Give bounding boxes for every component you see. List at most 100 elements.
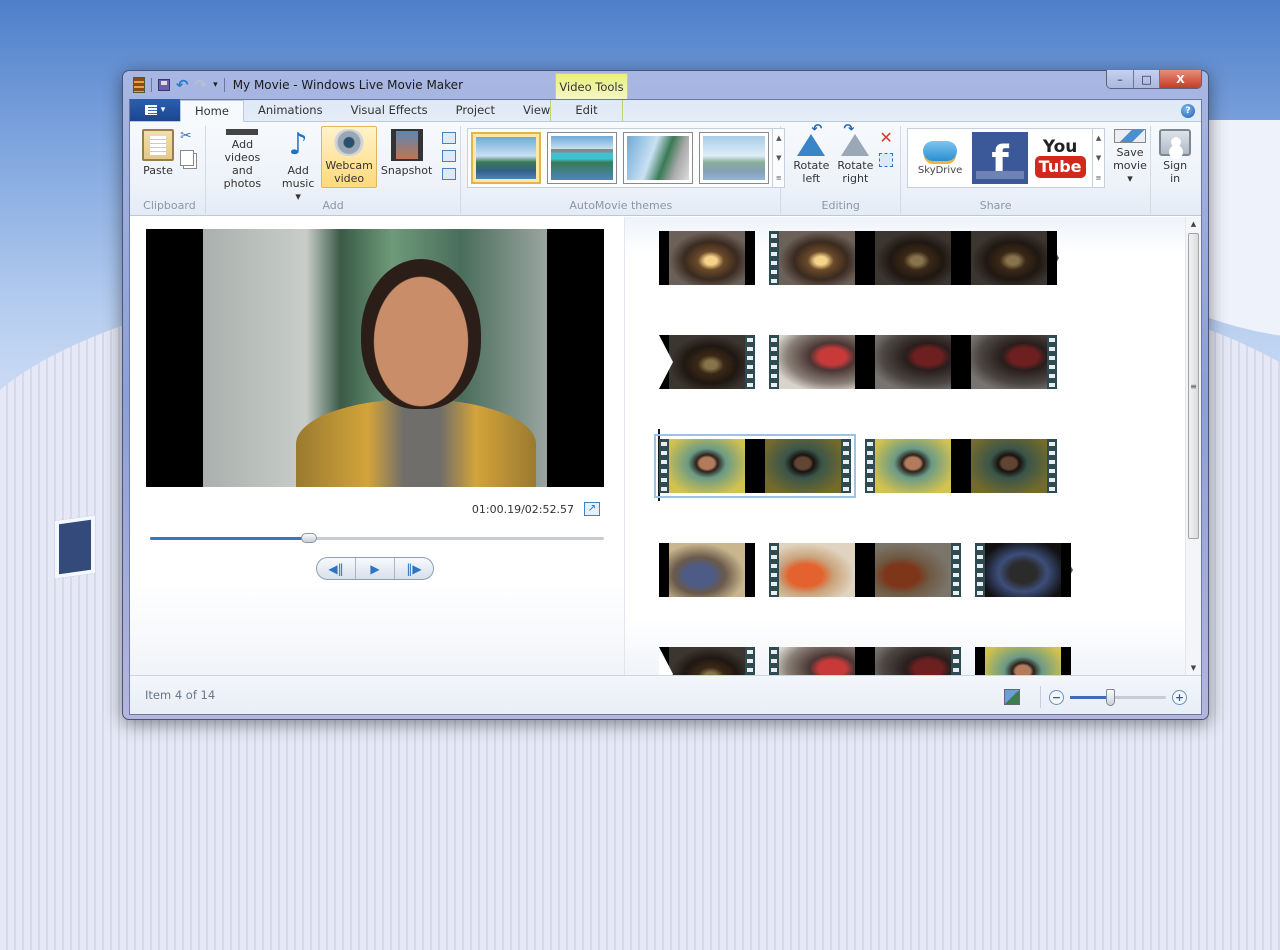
film-perforation [769,647,779,675]
clip-frame [769,647,865,675]
skydrive-label: SkyDrive [917,164,963,176]
title-icon[interactable] [442,132,457,144]
storyboard-row [659,646,1085,675]
add-videos-photos-button[interactable]: Add videos and photos [210,126,275,190]
copy-icon[interactable] [180,150,194,166]
theme-item[interactable] [699,132,770,184]
theme-item[interactable] [623,132,694,184]
snapshot-button[interactable]: Snapshot [377,126,436,188]
clip-frame [865,439,961,493]
gallery-more-icon[interactable]: ≡ [1096,174,1102,182]
storyboard-row [659,230,1073,286]
tab-home[interactable]: Home [180,100,244,122]
add-videos-label-2: and photos [223,164,262,190]
scrollbar-thumb[interactable]: ≡ [1188,233,1199,539]
clip-thumbnail [669,335,745,389]
group-editing: ↶ Rotate left ↷ Rotate right ✕ Editing [781,123,902,214]
skydrive-button[interactable]: SkyDrive [912,132,968,184]
zoom-out-button[interactable]: − [1049,689,1064,705]
clip-thumbnail [669,543,745,597]
clip-thumbnail [779,335,855,389]
remove-icon[interactable]: ✕ [879,128,893,147]
storyboard-clip[interactable] [659,647,755,675]
tab-animations[interactable]: Animations [244,100,337,121]
add-music-button[interactable]: ♪ Add music ▾ [275,126,321,204]
select-all-icon[interactable] [879,153,894,167]
clip-thumbnail [875,647,951,675]
share-gallery: SkyDrive f You Tube ▲ ▼ ≡ [907,128,1106,188]
storyboard-row [659,334,1071,390]
storyboard-clip[interactable] [659,231,755,285]
storyboard-clip[interactable] [659,543,755,597]
storyboard-clip[interactable] [769,335,1057,389]
play-button[interactable]: ▶ [356,558,395,579]
zoom-in-button[interactable]: + [1172,689,1187,705]
film-perforation [841,439,851,493]
scroll-up-icon[interactable]: ▲ [1096,134,1101,142]
scroll-down-icon[interactable]: ▼ [1186,661,1201,675]
save-icon[interactable] [158,79,170,91]
rotate-right-label-2: right [842,172,869,185]
save-movie-label: Save [1116,146,1144,159]
facebook-button[interactable]: f [972,132,1029,184]
timecode: 01:00.19/02:52.57 [471,503,574,516]
save-movie-label-2: movie ▾ [1113,159,1147,185]
storyboard-clip[interactable] [865,439,1057,493]
storyboard-clip[interactable] [659,335,755,389]
clip-frame [659,335,755,389]
storyboard-clip[interactable] [769,543,961,597]
storyboard-clip[interactable] [654,434,856,498]
rotate-left-button[interactable]: ↶ Rotate left [789,123,833,188]
paste-button[interactable]: Paste [138,126,178,188]
storyboard-clip[interactable] [769,231,1059,285]
webcam-video-button[interactable]: Webcam video [321,126,377,188]
zoom-slider[interactable] [1070,688,1166,706]
storyboard-clip[interactable] [769,647,961,675]
seek-bar[interactable] [150,533,604,543]
storyboard-row [654,434,1071,498]
file-menu-button[interactable]: ▾ [130,99,180,121]
redo-icon[interactable]: ↷ [195,76,208,94]
clip-frame [865,647,961,675]
video-preview[interactable] [146,229,604,487]
clip-thumbnail [985,647,1061,675]
theme-item[interactable] [547,132,618,184]
storyboard-clip[interactable] [975,543,1073,597]
tab-project[interactable]: Project [442,100,509,121]
seek-bar-thumb[interactable] [300,533,317,543]
fullscreen-icon[interactable]: ↗ [584,502,600,516]
storyboard-row [659,542,1087,598]
next-frame-button[interactable]: ‖▶ [395,558,433,579]
share-gallery-scroll[interactable]: ▲ ▼ ≡ [1092,128,1104,188]
clip-thumbnail [669,647,745,675]
previous-frame-button[interactable]: ◀‖ [317,558,356,579]
youtube-button[interactable]: You Tube [1032,132,1088,184]
credits-icon[interactable] [442,168,457,180]
app-icon[interactable] [133,77,145,93]
clip-thumbnail [875,543,951,597]
storyboard-scrollbar[interactable]: ▲ ≡ ▼ [1185,217,1201,675]
minimize-button[interactable]: – [1107,70,1133,88]
cut-icon[interactable]: ✂ [180,128,194,144]
clip-frame [975,543,1071,597]
customize-qat-icon[interactable]: ▾ [213,80,218,90]
rotate-right-button[interactable]: ↷ Rotate right [833,123,877,188]
clip-thumbnail [985,543,1061,597]
thumbnail-size-icon[interactable] [1004,689,1020,705]
sign-in-button[interactable]: Sign in [1155,126,1195,188]
zoom-slider-fill [1070,695,1111,699]
tab-visual-effects[interactable]: Visual Effects [337,100,442,121]
help-icon[interactable]: ? [1181,104,1195,118]
caption-icon[interactable] [442,150,457,162]
zoom-slider-thumb[interactable] [1106,688,1116,706]
close-button[interactable]: X [1159,70,1201,88]
scroll-up-icon[interactable]: ▲ [1186,217,1201,231]
theme-item[interactable] [471,132,542,184]
save-movie-button[interactable]: Save movie ▾ [1109,126,1151,188]
undo-icon[interactable]: ↶ [176,76,189,94]
maximize-button[interactable]: □ [1133,70,1159,88]
tab-edit[interactable]: Edit [550,100,623,121]
storyboard-clip[interactable] [975,647,1071,675]
rotate-left-icon: ↶ [795,123,827,156]
scroll-down-icon[interactable]: ▼ [1096,154,1101,162]
